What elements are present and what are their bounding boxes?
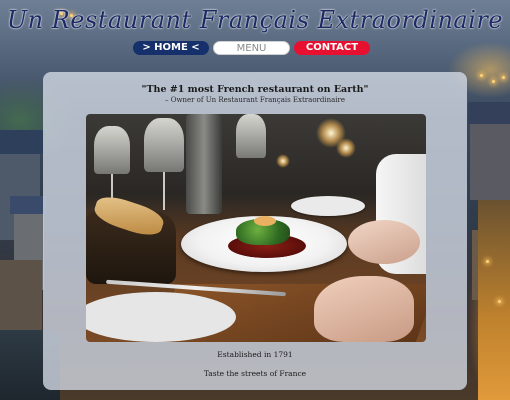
tagline-text: Taste the streets of France: [203, 369, 307, 378]
site-title: Un Restaurant Français Extraordinaire: [6, 6, 504, 34]
nav-contact-button[interactable]: CONTACT: [294, 41, 370, 55]
nav-menu-button[interactable]: MENU: [213, 41, 290, 55]
hero-quote: "The #1 most French restaurant on Earth": [141, 84, 369, 95]
quote-attribution: – Owner of Un Restaurant Français Extrao…: [164, 96, 346, 104]
nav-home-button[interactable]: > HOME <: [133, 41, 209, 55]
restaurant-photo: [86, 114, 426, 342]
main-nav: > HOME < MENU CONTACT: [0, 41, 510, 57]
established-text: Established in 1791: [217, 350, 293, 359]
